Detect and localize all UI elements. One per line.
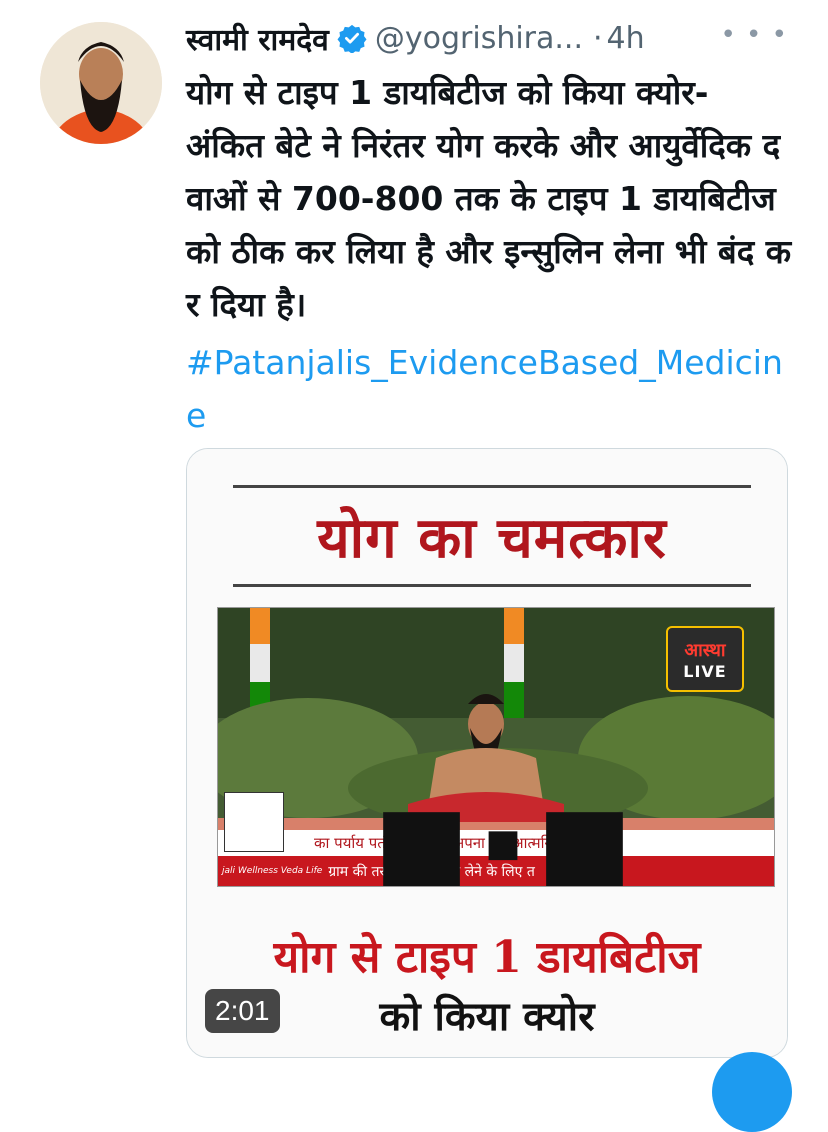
tweet-text: योग से टाइप 1 डायबिटीज को किया क्योर- अं…: [186, 73, 792, 324]
author-handle[interactable]: @yogrishira...: [375, 21, 583, 56]
verified-badge-icon: [337, 24, 367, 53]
author-avatar[interactable]: [40, 22, 162, 144]
avatar-image: [40, 22, 162, 144]
separator-dot: ·: [593, 20, 603, 56]
banner-title: योग का चमत्कार: [317, 505, 667, 571]
caption-line-1: योग से टाइप 1 डायबिटीज: [273, 932, 701, 983]
compose-button[interactable]: [712, 1052, 792, 1132]
tweet-header: स्वामी रामदेव @yogrishira... · 4h • • •: [186, 14, 788, 62]
video-still-frame: आस्था LIVE का पर्याय पतंजलि उत्पाद अपना …: [217, 607, 775, 887]
more-horizontal-icon[interactable]: • • •: [720, 20, 788, 50]
channel-logo: आस्था LIVE: [666, 626, 744, 692]
author-name[interactable]: स्वामी रामदेव: [186, 18, 329, 59]
channel-name: आस्था: [684, 639, 726, 661]
hashtag-link[interactable]: #Patanjalis_EvidenceBased_Medicine: [186, 336, 786, 442]
video-duration-badge: 2:01: [205, 989, 280, 1033]
tweet-timestamp[interactable]: 4h: [607, 21, 645, 56]
video-media-card[interactable]: योग का चमत्कार आस्था LIVE का पर्याय पत: [186, 448, 788, 1058]
live-label: LIVE: [683, 661, 727, 681]
qr-code-icon: [224, 792, 623, 886]
thumbnail-banner: योग का चमत्कार: [233, 485, 751, 587]
